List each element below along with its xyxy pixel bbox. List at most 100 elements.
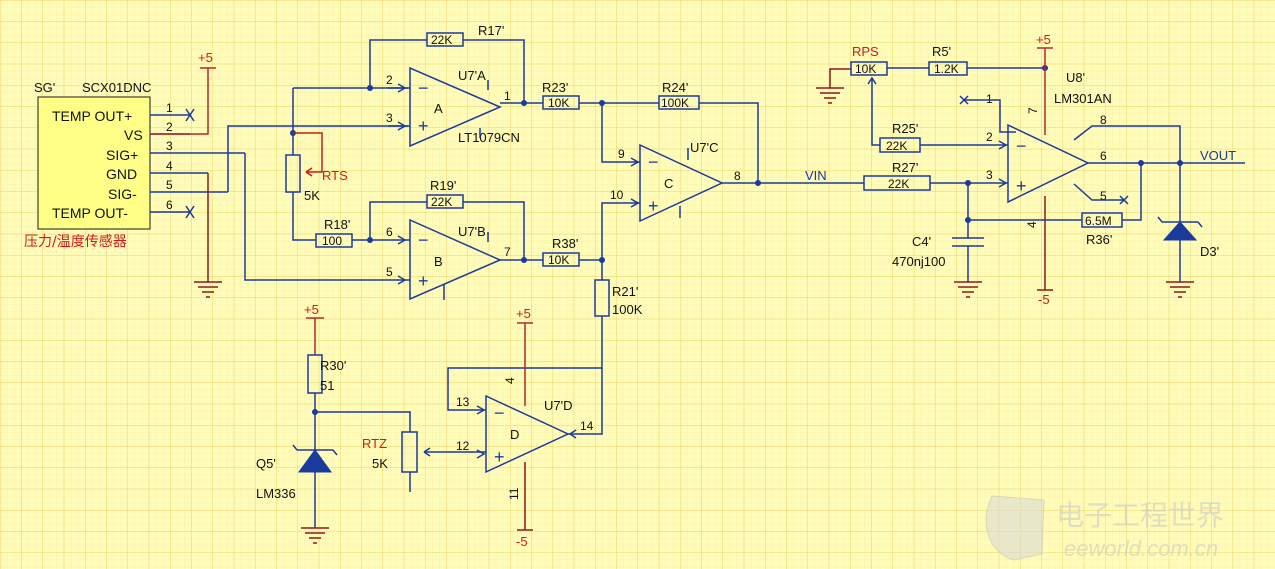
sensor-pin-label-5: SIG- bbox=[108, 186, 137, 202]
svg-text:+5: +5 bbox=[516, 306, 531, 321]
r19-value: 22K bbox=[431, 195, 452, 209]
svg-text:13: 13 bbox=[456, 395, 470, 409]
watermark-en: eeworld.com.cn bbox=[1064, 536, 1218, 561]
r21-ref: R21' bbox=[612, 284, 638, 299]
opamp-d-unit: D bbox=[510, 427, 519, 442]
opamp-b-ref: U7'B bbox=[458, 224, 486, 239]
svg-text:11: 11 bbox=[507, 487, 521, 500]
svg-text:3: 3 bbox=[386, 111, 393, 125]
sensor-caption: 压力/温度传感器 bbox=[24, 233, 127, 250]
r18-ref: R18' bbox=[324, 217, 350, 232]
svg-text:2: 2 bbox=[386, 73, 393, 87]
svg-text:-5: -5 bbox=[516, 534, 528, 549]
svg-text:6: 6 bbox=[386, 225, 393, 239]
r17-ref: R17' bbox=[478, 23, 504, 38]
r38-ref: R38' bbox=[552, 236, 578, 251]
r36-ref: R36' bbox=[1086, 232, 1112, 247]
u8-part: LM301AN bbox=[1054, 91, 1112, 106]
r36-value: 6.5M bbox=[1085, 214, 1112, 228]
sensor-pin-label-1: TEMP OUT+ bbox=[52, 108, 132, 124]
r23-value: 10K bbox=[548, 96, 569, 110]
power-pos-label: +5 bbox=[198, 50, 213, 65]
sensor-pin-label-3: SIG+ bbox=[106, 147, 138, 163]
svg-text:3: 3 bbox=[986, 168, 993, 182]
svg-text:+: + bbox=[494, 447, 505, 467]
svg-text:7: 7 bbox=[504, 245, 511, 259]
svg-text:8: 8 bbox=[734, 169, 741, 183]
r38-value: 10K bbox=[548, 253, 569, 267]
r24-value: 100K bbox=[661, 96, 689, 110]
sensor-ref: SG' bbox=[34, 80, 55, 95]
r25-value: 22K bbox=[886, 139, 907, 153]
svg-text:−: − bbox=[418, 230, 429, 250]
r30-value: 51 bbox=[320, 378, 334, 393]
sensor-pin-label-2: VS bbox=[124, 127, 143, 143]
circuit-schematic: SG' SCX01DNC TEMP OUT+ VS SIG+ GND SIG- … bbox=[0, 0, 1275, 569]
svg-text:10: 10 bbox=[610, 188, 624, 202]
net-vin-label: VIN bbox=[805, 168, 827, 183]
svg-text:8: 8 bbox=[1100, 113, 1107, 127]
svg-text:5: 5 bbox=[386, 265, 393, 279]
r17-value: 22K bbox=[431, 33, 452, 47]
r21-value: 100K bbox=[612, 302, 643, 317]
svg-text:−: − bbox=[1016, 136, 1027, 156]
opamp-c-ref: U7'C bbox=[690, 140, 719, 155]
svg-text:9: 9 bbox=[618, 147, 625, 161]
opamp-b-unit: B bbox=[434, 254, 443, 269]
svg-text:−: − bbox=[648, 152, 659, 172]
c4-value: 470nj100 bbox=[892, 254, 946, 269]
sensor-pin-label-6: TEMP OUT- bbox=[52, 205, 128, 221]
opamp-a-ref: U7'A bbox=[458, 68, 486, 83]
rts-value: 5K bbox=[304, 188, 320, 203]
svg-text:-5: -5 bbox=[1038, 292, 1050, 307]
watermark: 电子工程世界 eeworld.com.cn bbox=[985, 495, 1224, 561]
watermark-cn: 电子工程世界 bbox=[1056, 500, 1224, 531]
svg-text:+5: +5 bbox=[1036, 32, 1051, 47]
net-vout-label: VOUT bbox=[1200, 148, 1236, 163]
svg-text:14: 14 bbox=[580, 419, 594, 433]
svg-text:1: 1 bbox=[504, 89, 511, 103]
sensor-pin-num-3: 3 bbox=[166, 139, 173, 153]
svg-text:12: 12 bbox=[456, 439, 470, 453]
sensor-part: SCX01DNC bbox=[82, 80, 151, 95]
r27-value: 22K bbox=[888, 177, 909, 191]
svg-text:4: 4 bbox=[1025, 221, 1039, 228]
svg-text:−: − bbox=[418, 78, 429, 98]
rts-ref: RTS bbox=[322, 168, 348, 183]
sensor-pin-num-4: 4 bbox=[166, 159, 173, 173]
r18-value: 100 bbox=[322, 234, 342, 248]
c4-ref: C4' bbox=[912, 234, 931, 249]
svg-text:+: + bbox=[418, 271, 429, 291]
sensor-pin-label-4: GND bbox=[106, 166, 137, 182]
u8-ref: U8' bbox=[1066, 70, 1085, 85]
svg-text:4: 4 bbox=[503, 377, 517, 384]
r25-ref: R25' bbox=[892, 121, 918, 136]
rps-ref: RPS bbox=[852, 44, 879, 59]
rtz-value: 5K bbox=[372, 456, 388, 471]
rtz-ref: RTZ bbox=[362, 436, 387, 451]
r27-ref: R27' bbox=[892, 160, 918, 175]
svg-text:6: 6 bbox=[1100, 149, 1107, 163]
opamp-a-unit: A bbox=[434, 101, 443, 116]
schematic-diagram: SG' SCX01DNC TEMP OUT+ VS SIG+ GND SIG- … bbox=[0, 0, 1275, 569]
r30-ref: R30' bbox=[320, 358, 346, 373]
svg-text:5: 5 bbox=[1100, 189, 1107, 203]
d3-ref: D3' bbox=[1200, 244, 1219, 259]
svg-text:2: 2 bbox=[986, 130, 993, 144]
q5-ref: Q5' bbox=[256, 456, 276, 471]
opamp-c-unit: C bbox=[664, 176, 673, 191]
opamp-d-ref: U7'D bbox=[544, 398, 573, 413]
q5-part: LM336 bbox=[256, 486, 296, 501]
sensor-pin-num-6: 6 bbox=[166, 198, 173, 212]
r19-ref: R19' bbox=[430, 178, 456, 193]
svg-text:7: 7 bbox=[1026, 107, 1040, 114]
svg-text:1: 1 bbox=[986, 92, 993, 106]
svg-text:+: + bbox=[648, 196, 659, 216]
sensor-pin-num-1: 1 bbox=[166, 101, 173, 115]
sensor-pin-num-5: 5 bbox=[166, 178, 173, 192]
r24-ref: R24' bbox=[662, 80, 688, 95]
r23-ref: R23' bbox=[542, 80, 568, 95]
svg-text:+: + bbox=[1016, 176, 1027, 196]
svg-text:−: − bbox=[494, 403, 505, 423]
sensor-pin-num-2: 2 bbox=[166, 120, 173, 134]
